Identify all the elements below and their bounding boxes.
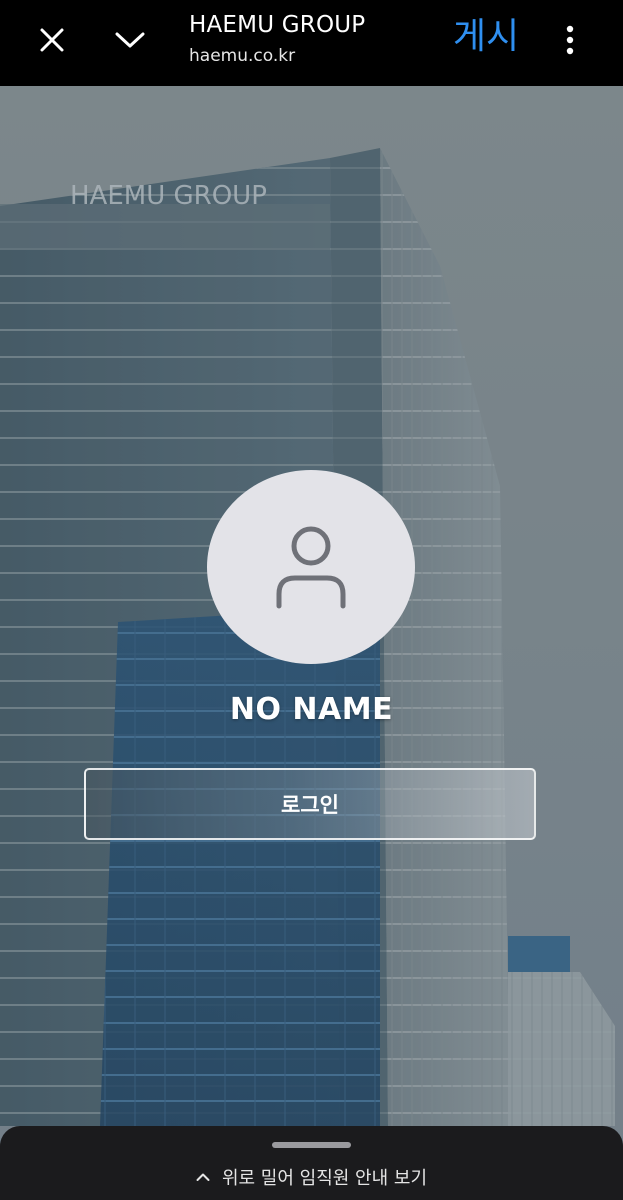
swipe-up-label: 위로 밀어 임직원 안내 보기 — [221, 1168, 428, 1189]
more-options-button[interactable] — [548, 18, 592, 62]
bottom-sheet[interactable]: 위로 밀어 임직원 안내 보기 — [0, 1126, 623, 1200]
page-titles: HAEMU GROUP haemu.co.kr — [189, 10, 419, 68]
user-name: NO NAME — [229, 692, 394, 727]
screen: HAEMU GROUP haemu.co.kr 게시 HAEMU GROUP N… — [0, 0, 623, 1200]
login-button[interactable]: 로그인 — [84, 768, 536, 840]
avatar[interactable] — [207, 470, 415, 664]
chevron-up-icon — [196, 1172, 210, 1182]
user-icon — [276, 526, 346, 609]
swipe-up-hint[interactable]: 위로 밀어 임직원 안내 보기 — [0, 1164, 623, 1190]
drag-handle[interactable] — [272, 1142, 351, 1148]
close-icon — [40, 28, 64, 52]
more-vertical-icon — [566, 25, 574, 55]
chevron-down-icon — [115, 32, 145, 48]
browser-top-bar: HAEMU GROUP haemu.co.kr 게시 — [0, 0, 623, 86]
page-url: haemu.co.kr — [189, 46, 296, 66]
page-title: HAEMU GROUP — [189, 12, 366, 38]
collapse-button[interactable] — [106, 18, 154, 62]
post-button[interactable]: 게시 — [440, 12, 532, 62]
close-button[interactable] — [28, 18, 76, 62]
